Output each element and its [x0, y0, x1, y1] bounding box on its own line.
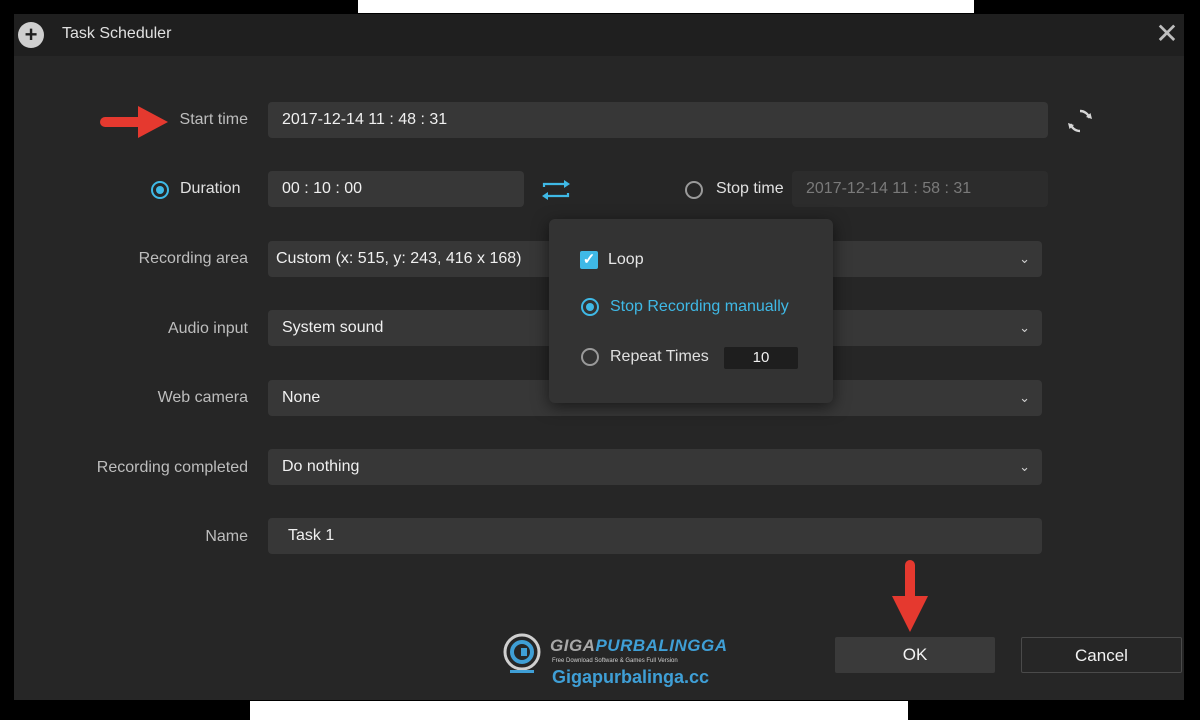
recording-area-label: Recording area: [138, 250, 248, 267]
repeat-times-input[interactable]: 10: [724, 347, 798, 369]
name-input[interactable]: Task 1: [268, 518, 1042, 554]
add-icon[interactable]: +: [18, 22, 44, 48]
watermark-brand: GIGAPURBALINGGA: [550, 636, 728, 656]
name-label: Name: [205, 528, 248, 545]
recording-area-value: Custom (x: 515, y: 243, 416 x 168): [276, 250, 522, 267]
recording-completed-value: Do nothing: [282, 458, 360, 475]
stop-time-radio[interactable]: [685, 181, 703, 199]
chevron-down-icon: ⌄: [1019, 390, 1030, 405]
duration-radio[interactable]: [151, 181, 169, 199]
duration-options-popup: ✓ Loop Stop Recording manually Repeat Ti…: [549, 219, 833, 403]
stop-manually-radio[interactable]: [581, 298, 599, 316]
watermark-tagline: Free Download Software & Games Full Vers…: [552, 658, 678, 664]
chevron-down-icon: ⌄: [1019, 459, 1030, 474]
watermark-logo: [503, 633, 541, 673]
web-camera-value: None: [282, 389, 321, 406]
audio-input-label: Audio input: [167, 320, 248, 337]
repeat-times-label: Repeat Times: [610, 348, 709, 365]
watermark-brand-prefix: GIGA: [550, 636, 596, 655]
loop-label: Loop: [608, 251, 644, 268]
swap-icon[interactable]: [540, 178, 572, 202]
stop-manually-label: Stop Recording manually: [610, 298, 789, 315]
stop-time-value: 2017-12-14 11 : 58 : 31: [806, 180, 972, 197]
audio-input-value: System sound: [282, 319, 384, 336]
start-time-label: Start time: [179, 111, 248, 128]
background-strip-bottom: [250, 701, 908, 720]
chevron-down-icon: ⌄: [1019, 251, 1030, 266]
cancel-button[interactable]: Cancel: [1021, 637, 1182, 673]
chevron-down-icon: ⌄: [1019, 320, 1030, 335]
refresh-icon[interactable]: [1066, 107, 1094, 135]
stop-time-label: Stop time: [716, 180, 784, 197]
stop-time-input[interactable]: 2017-12-14 11 : 58 : 31: [792, 171, 1048, 207]
watermark-site: Gigapurbalinga.cc: [552, 667, 710, 687]
start-time-value: 2017-12-14 11 : 48 : 31: [282, 111, 448, 128]
ok-button[interactable]: OK: [835, 637, 995, 673]
window-title: Task Scheduler: [62, 25, 172, 42]
background-strip-top: [358, 0, 974, 13]
red-arrow-pointing-down: [892, 560, 928, 632]
duration-value: 00 : 10 : 00: [282, 180, 363, 197]
repeat-times-radio[interactable]: [581, 348, 599, 366]
title-bar: + Task Scheduler ✕: [14, 14, 1184, 56]
loop-checkbox[interactable]: ✓: [580, 251, 598, 269]
web-camera-label: Web camera: [157, 389, 248, 406]
name-value: Task 1: [288, 527, 335, 544]
watermark: GIGAPURBALINGGA Free Download Software &…: [502, 632, 762, 692]
recording-completed-label: Recording completed: [96, 459, 248, 476]
recording-completed-select[interactable]: Do nothing ⌄: [268, 449, 1042, 485]
duration-input[interactable]: 00 : 10 : 00: [268, 171, 524, 207]
task-scheduler-dialog: + Task Scheduler ✕ Start time 2017-12-14…: [14, 14, 1184, 700]
watermark-brand-suffix: PURBALINGGA: [595, 636, 728, 655]
close-icon[interactable]: ✕: [1152, 20, 1182, 50]
duration-label: Duration: [180, 180, 241, 197]
start-time-input[interactable]: 2017-12-14 11 : 48 : 31: [268, 102, 1048, 138]
